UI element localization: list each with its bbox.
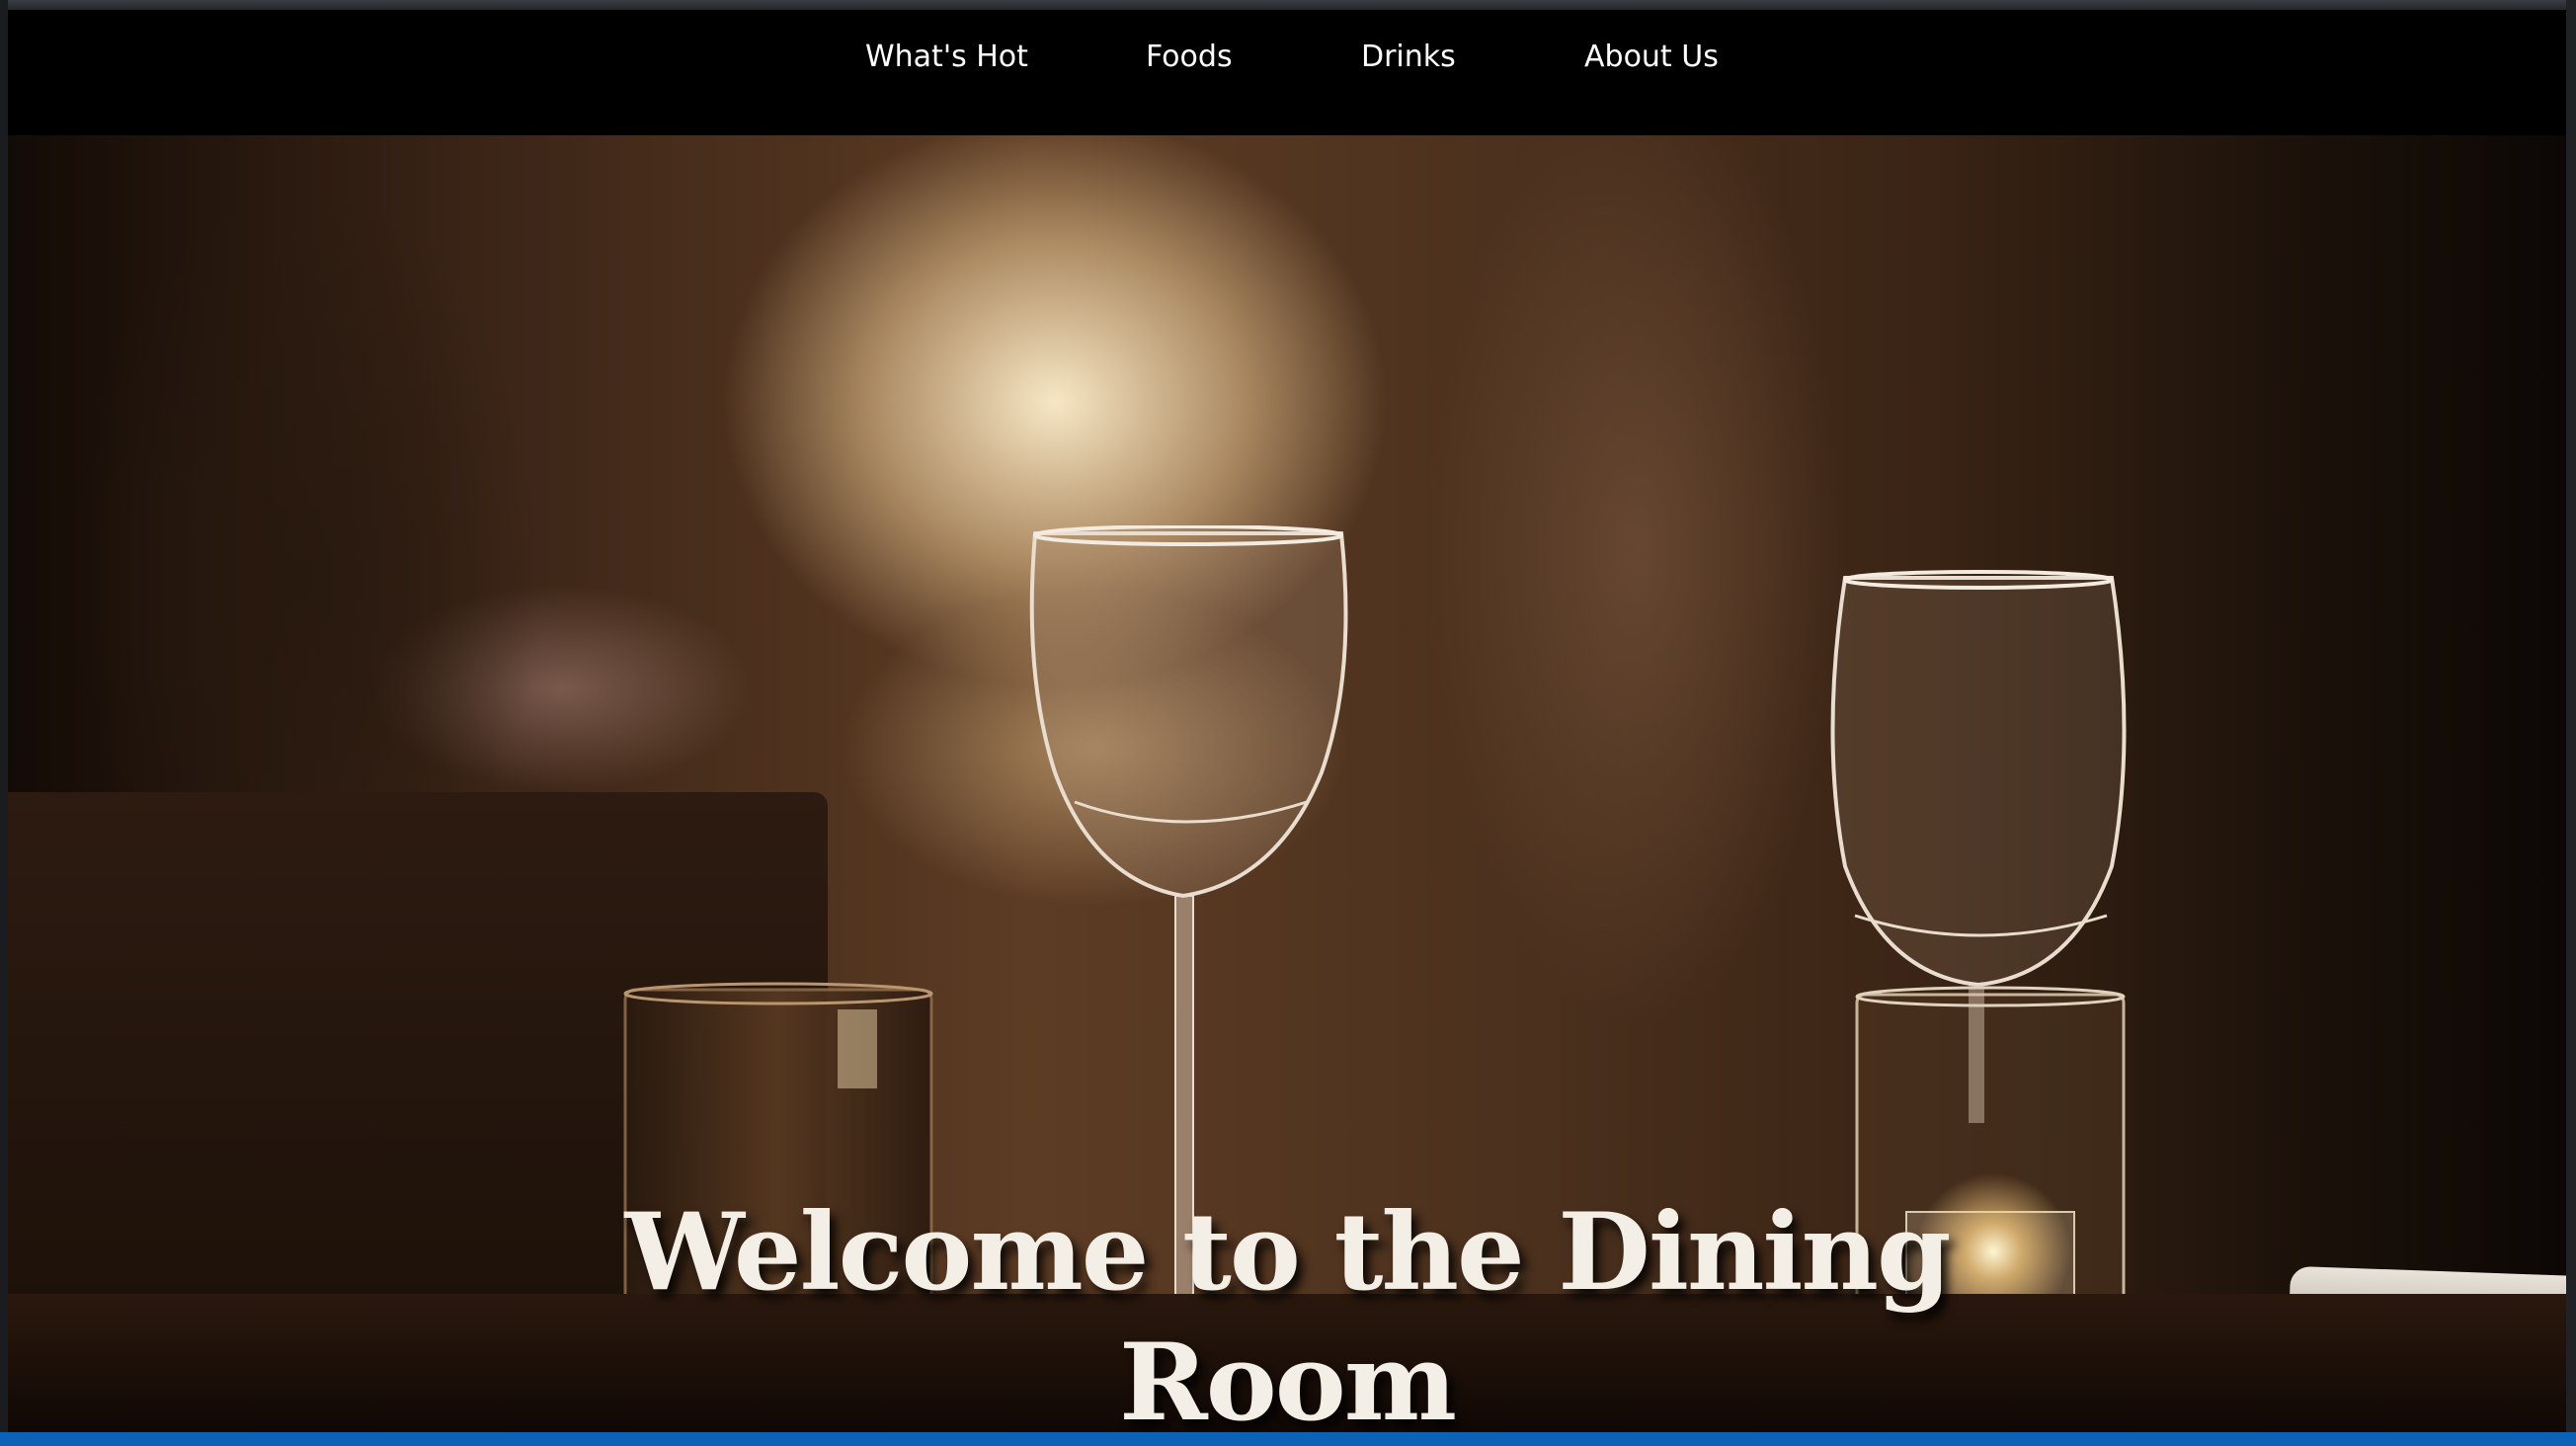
main-navigation: What's Hot Foods Drinks About Us xyxy=(8,10,2566,135)
hero-title: Welcome to the Dining Room xyxy=(8,1187,2566,1432)
hero-banner: Welcome to the Dining Room xyxy=(8,135,2566,1432)
hero-title-line-1: Welcome to the Dining xyxy=(624,1190,1951,1315)
hero-title-line-2: Room xyxy=(1118,1321,1457,1432)
window-top-strip xyxy=(0,0,2576,10)
window-right-edge xyxy=(2566,0,2576,1446)
nav-link-about-us[interactable]: About Us xyxy=(1584,30,1719,85)
nav-link-foods[interactable]: Foods xyxy=(1146,30,1233,85)
nav-link-whats-hot[interactable]: What's Hot xyxy=(865,30,1028,85)
window-left-edge xyxy=(0,0,8,1446)
editor-status-bar xyxy=(0,1432,2576,1446)
nav-link-drinks[interactable]: Drinks xyxy=(1361,30,1456,85)
hero-wine-glass-right xyxy=(1830,570,2127,1123)
